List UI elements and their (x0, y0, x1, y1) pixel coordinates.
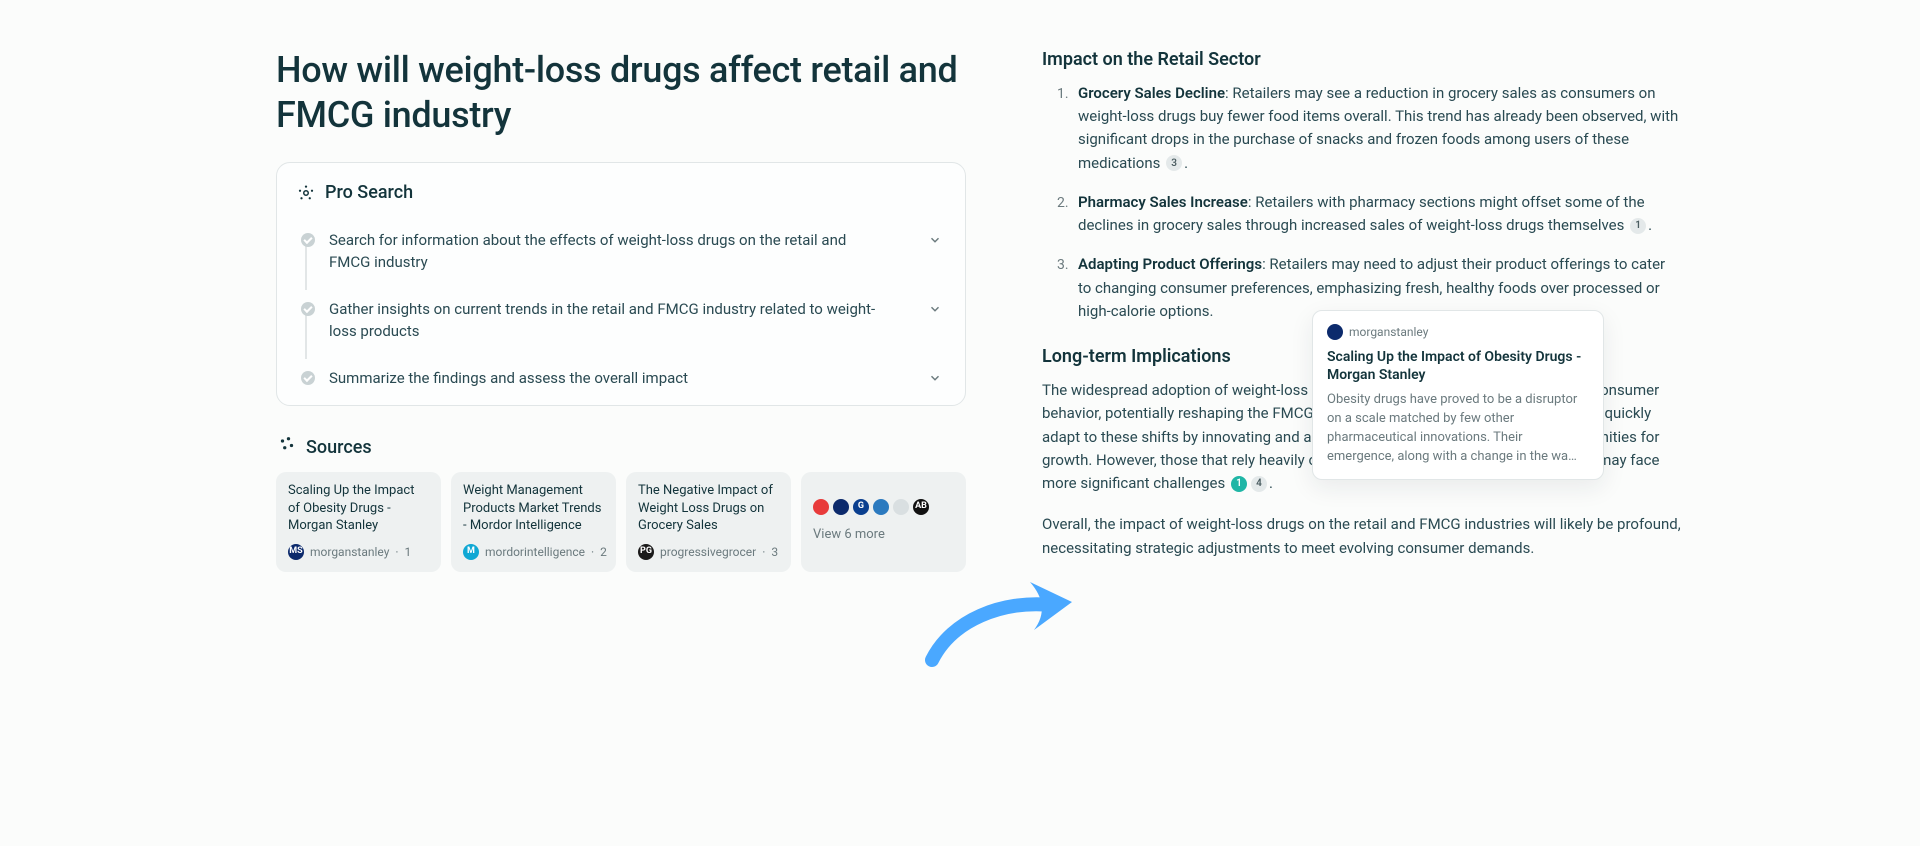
source-card[interactable]: Weight Management Products Market Trends… (451, 472, 616, 571)
item-bold: Pharmacy Sales Increase (1078, 193, 1248, 211)
source-index: 1 (405, 543, 412, 562)
pro-search-step-text: Gather insights on current trends in the… (329, 298, 911, 343)
sources-label: Sources (306, 434, 372, 462)
source-more[interactable]: G AB View 6 more (801, 472, 966, 571)
item-bold: Grocery Sales Decline (1078, 84, 1225, 102)
pro-search-step[interactable]: Gather insights on current trends in the… (299, 286, 947, 355)
pro-search-step[interactable]: Search for information about the effects… (299, 217, 947, 286)
pro-search-step[interactable]: Summarize the findings and assess the ov… (299, 355, 947, 402)
source-index: 3 (771, 543, 778, 562)
check-icon (301, 371, 315, 385)
citation-badge[interactable]: 1 (1231, 476, 1247, 492)
favicon-icon (1327, 324, 1343, 340)
favicon-icon: G (853, 499, 869, 515)
answer-list: Grocery Sales Decline: Retailers may see… (1042, 82, 1682, 323)
tooltip-desc: Obesity drugs have proved to be a disrup… (1327, 391, 1589, 466)
favicon-icon: M (463, 544, 479, 560)
citation-badge[interactable]: 1 (1630, 218, 1646, 234)
pro-search-header: Pro Search (297, 179, 947, 207)
pro-search-step-text: Search for information about the effects… (329, 229, 911, 274)
chevron-down-icon[interactable] (925, 233, 945, 247)
page-title: How will weight-loss drugs affect retail… (276, 48, 966, 138)
list-item: Pharmacy Sales Increase: Retailers with … (1072, 191, 1682, 238)
favicon-icon (813, 499, 829, 515)
citation-tooltip[interactable]: morganstanley Scaling Up the Impact of O… (1312, 310, 1604, 480)
pro-search-panel: Pro Search Search for information about … (276, 162, 966, 406)
source-title: Weight Management Products Market Trends… (463, 482, 604, 535)
sources-header: Sources (278, 434, 966, 462)
source-card[interactable]: The Negative Impact of Weight Loss Drugs… (626, 472, 791, 571)
view-more-label: View 6 more (813, 525, 954, 545)
favicon-icon: PG (638, 544, 654, 560)
list-item: Grocery Sales Decline: Retailers may see… (1072, 82, 1682, 175)
answer-closing: Overall, the impact of weight-loss drugs… (1042, 513, 1682, 560)
pro-search-label: Pro Search (325, 179, 413, 207)
check-icon (301, 302, 315, 316)
source-site: progressivegrocer (660, 543, 756, 562)
pro-search-icon (297, 184, 315, 202)
source-index: 2 (600, 543, 607, 562)
pro-search-steps: Search for information about the effects… (299, 217, 947, 402)
chevron-down-icon[interactable] (925, 371, 945, 385)
source-site: morganstanley (310, 543, 389, 562)
citation-badge[interactable]: 3 (1166, 155, 1182, 171)
favicon-icon (833, 499, 849, 515)
favicon-icon: MS (288, 544, 304, 560)
item-bold: Adapting Product Offerings (1078, 255, 1262, 273)
pro-search-step-text: Summarize the findings and assess the ov… (329, 367, 911, 390)
favicon-icon (893, 499, 909, 515)
arrow-icon (922, 560, 1082, 680)
source-more-favicons: G AB (813, 499, 954, 515)
source-title: Scaling Up the Impact of Obesity Drugs -… (288, 482, 429, 535)
favicon-icon: AB (913, 499, 929, 515)
tooltip-title: Scaling Up the Impact of Obesity Drugs -… (1327, 348, 1589, 386)
source-card[interactable]: Scaling Up the Impact of Obesity Drugs -… (276, 472, 441, 571)
sources-icon (278, 434, 296, 462)
answer-heading-retail: Impact on the Retail Sector (1042, 46, 1682, 74)
source-site: mordorintelligence (485, 543, 585, 562)
citation-badge[interactable]: 4 (1251, 476, 1267, 492)
chevron-down-icon[interactable] (925, 302, 945, 316)
favicon-icon (873, 499, 889, 515)
tooltip-site: morganstanley (1349, 323, 1428, 342)
check-icon (301, 233, 315, 247)
sources-row: Scaling Up the Impact of Obesity Drugs -… (276, 472, 966, 571)
source-title: The Negative Impact of Weight Loss Drugs… (638, 482, 779, 535)
